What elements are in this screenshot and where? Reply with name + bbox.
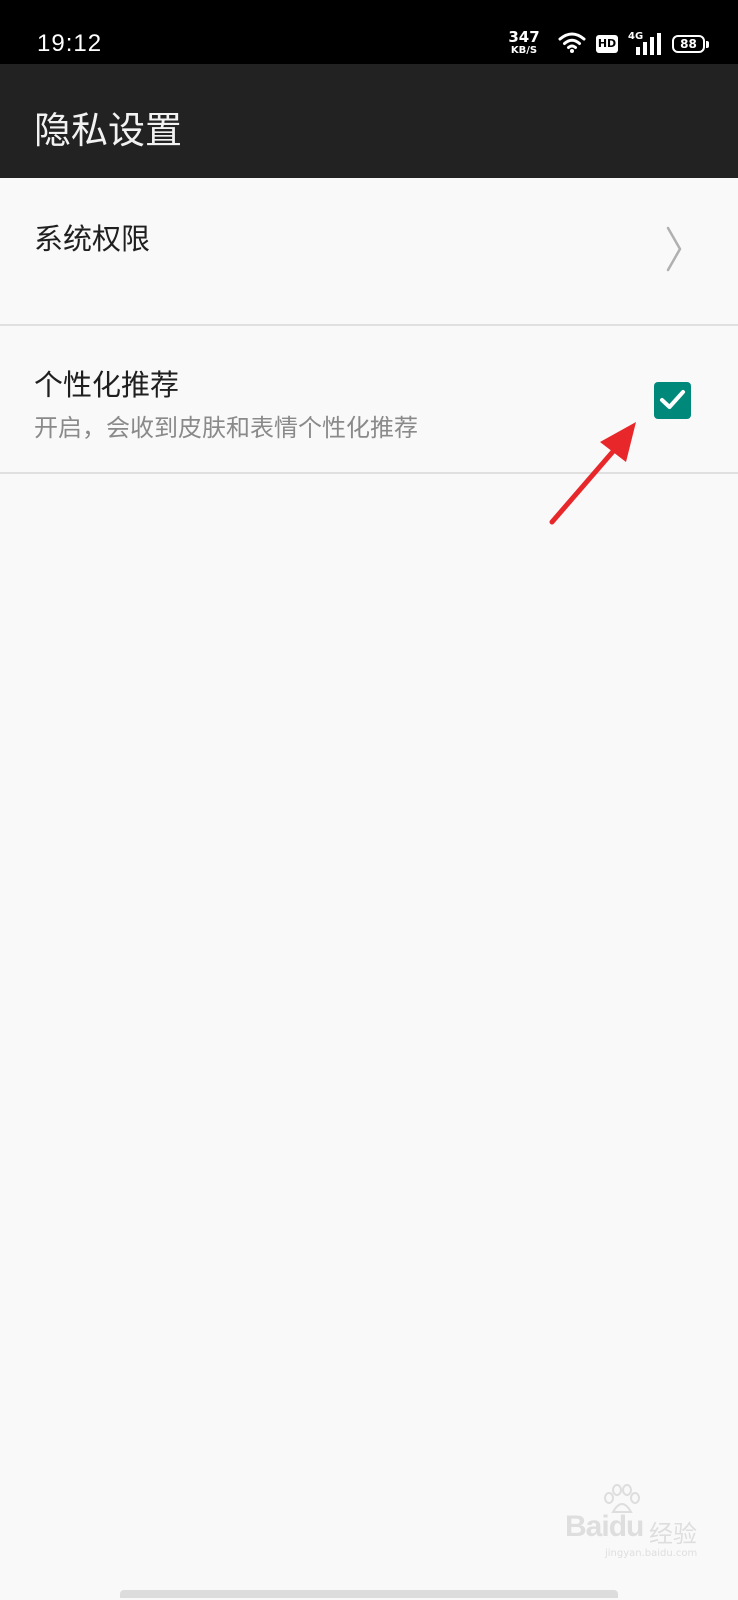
personalization-checkbox[interactable] [654, 382, 691, 419]
setting-title: 系统权限 [34, 222, 151, 256]
network-speed: 347 KB/S [504, 30, 544, 56]
battery-tip [706, 41, 709, 48]
battery-indicator: 88 [672, 35, 705, 53]
setting-row-system-permissions[interactable]: 系统权限 [0, 178, 738, 326]
page-title: 隐私设置 [34, 109, 182, 152]
hd-badge: HD [596, 35, 618, 53]
chevron-right-icon [666, 226, 682, 276]
wifi-icon [558, 30, 586, 58]
setting-title: 个性化推荐 [34, 368, 180, 402]
status-icons: 347 KB/S HD 4G 88 [478, 0, 738, 64]
gesture-nav-bar[interactable] [120, 1590, 618, 1598]
cellular-signal-icon [636, 33, 662, 59]
check-icon [660, 390, 685, 409]
setting-description: 开启，会收到皮肤和表情个性化推荐 [34, 414, 418, 442]
watermark-brand: Baidu [565, 1510, 644, 1543]
annotation-arrow [549, 422, 636, 525]
network-speed-value: 347 [508, 28, 540, 46]
app-bar: 隐私设置 [0, 64, 738, 178]
baidu-watermark: Baidu 经验 jingyan.baidu.com [545, 1480, 725, 1560]
status-time: 19:12 [37, 30, 103, 57]
network-speed-unit: KB/S [510, 45, 538, 56]
status-bar: 19:12 347 KB/S HD 4G 88 [0, 0, 738, 64]
watermark-label: 经验 [649, 1520, 697, 1548]
watermark-url: jingyan.baidu.com [605, 1548, 698, 1559]
